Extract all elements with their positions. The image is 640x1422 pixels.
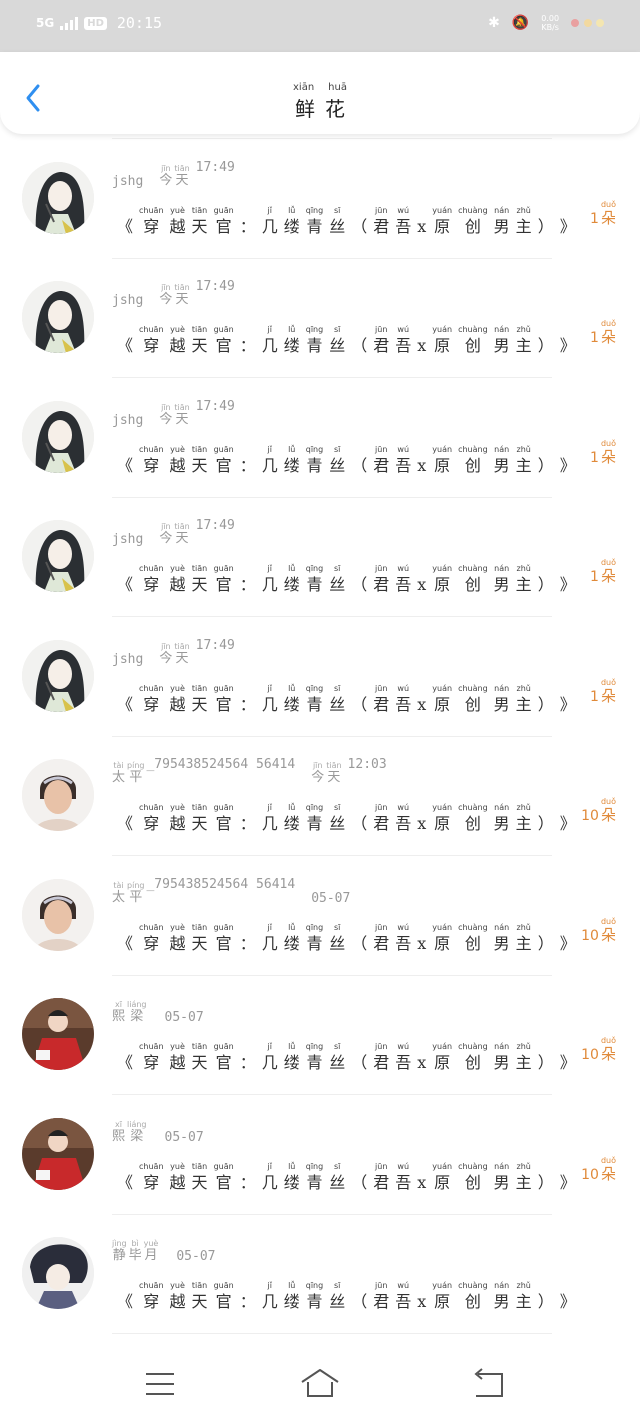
username: jshg <box>112 412 144 428</box>
timestamp: jīn 今 tiān 天 17:49 <box>159 159 235 188</box>
book-title: 《chuān穿yuè越tiān天guān官：jǐ几lǚ缕qīng青sī丝（jūn… <box>117 803 576 833</box>
avatar[interactable] <box>22 161 94 234</box>
book-title: 《chuān穿yuè越tiān天guān官：jǐ几lǚ缕qīng青sī丝（jūn… <box>117 1042 576 1072</box>
row-meta: xī 熙 liáng 梁 05-07 <box>112 1116 208 1145</box>
flower-count: 1duǒ朵 <box>590 677 616 705</box>
list-item[interactable]: jshg jīn 今 tiān 天 17:49 《 chuān 穿 yuè 越 tiān 天 guān 官：… <box>0 379 640 498</box>
username: tài 太 píng 平 _795438524564 56414 <box>112 757 296 785</box>
return-button[interactable] <box>468 1366 508 1402</box>
row-meta: xī 熙 liáng 梁 05-07 <box>112 996 208 1026</box>
username: xī 熙 liáng 梁 <box>112 1000 147 1025</box>
menu-icon <box>146 1373 174 1395</box>
timestamp: 05-07 <box>311 890 351 906</box>
avatar[interactable] <box>22 1117 94 1190</box>
mute-bell-icon: 🔕 <box>511 15 530 31</box>
book-title: 《chuān穿yuè越tiān天guān官：jǐ几lǚ缕qīng青sī丝（jūn… <box>117 564 576 594</box>
row-meta: jshg jīn 今 tiān 天 17:49 <box>112 160 235 189</box>
list-item[interactable]: xī 熙 liáng 梁 05-07 《 chuān 穿 yuè 越 tiān 天 guān 官： jǐ 几 l… <box>0 1096 640 1215</box>
timestamp: 05-07 <box>164 1010 204 1025</box>
menu-button[interactable] <box>140 1366 180 1402</box>
book-title: 《chuān穿yuè越tiān天guān官：jǐ几lǚ缕qīng青sī丝（jūn… <box>117 444 576 475</box>
status-bar: 5G HD 20:15 ✱ 🔕 0.00 KB/s <box>0 0 640 52</box>
flower-list[interactable]: 《chuān穿yuè越tiān天guān官：jǐ几lǚ缕qīng青sī丝（jūn… <box>0 80 640 1348</box>
username: jshg <box>112 293 144 308</box>
row-meta: jìng 静 bì 毕 yuè 月 05-07 <box>112 1235 219 1265</box>
book-title: 《chuān穿yuè越tiān天guān官：jǐ几lǚ缕qīng青sī丝（jūn… <box>117 325 576 355</box>
clock: 20:15 <box>116 14 163 32</box>
list-item[interactable]: jshg jīn 今 tiān 天 17:49 《 chuān 穿 yuè 越 tiān 天 guān 官：… <box>0 498 640 617</box>
timestamp: jīn 今 tiān 天 17:49 <box>159 518 235 546</box>
back-icon <box>474 1368 503 1397</box>
page-header: xiān huā 鲜花 <box>0 52 640 134</box>
avatar[interactable] <box>22 400 94 473</box>
flower-count: 10 duǒ 朵 <box>581 1155 616 1183</box>
bluetooth-icon: ✱ <box>488 15 500 31</box>
flower-count: 10 duǒ 朵 <box>581 916 616 944</box>
username: jshg <box>112 173 144 189</box>
timestamp: jīn 今 tiān 天 12:03 <box>311 757 387 785</box>
row-meta: tài 太 píng 平 _795438524564 56414 05-07 <box>112 877 354 906</box>
timestamp: jīn 今 tiān 天 17:49 <box>159 637 235 666</box>
list-item[interactable]: jshg jīn 今 tiān 天 17:49 《 chuān 穿 yuè 越 tiān 天 guān 官：… <box>0 259 640 378</box>
avatar[interactable] <box>22 520 94 592</box>
row-meta: jshg jīn 今 tiān 天 17:49 <box>112 399 235 428</box>
username: jìng 静 bì 毕 yuè 月 <box>112 1239 159 1264</box>
row-meta: jshg jīn 今 tiān 天 17:49 <box>112 279 235 308</box>
timestamp: 05-07 <box>164 1129 204 1145</box>
list-item[interactable]: tài 太 píng 平 _795438524564 56414 05-07 《 chuān 穿… <box>0 857 640 976</box>
avatar[interactable] <box>22 759 94 831</box>
notification-icons <box>571 15 604 31</box>
timestamp: 05-07 <box>176 1249 216 1264</box>
list-item[interactable]: jshg jīn 今 tiān 天 17:49 《 chuān 穿 yuè 越 tiān 天 guān 官：… <box>0 140 640 259</box>
divider <box>112 1333 552 1334</box>
flower-count: 1duǒ朵 <box>590 558 616 585</box>
list-item[interactable]: jìng 静 bì 毕 yuè 月 05-07 《 chuān 穿 yuè 越 tiān 天 guān 官： j… <box>0 1215 640 1334</box>
signal-icon <box>60 16 79 30</box>
username: jshg <box>112 532 144 547</box>
avatar[interactable] <box>22 878 94 951</box>
flower-count: 1duǒ朵 <box>590 199 616 227</box>
book-title: 《chuān穿yuè越tiān天guān官：jǐ几lǚ缕qīng青sī丝（jūn… <box>117 1281 576 1311</box>
book-title: 《chuān穿yuè越tiān天guān官：jǐ几lǚ缕qīng青sī丝（jūn… <box>117 683 576 714</box>
row-meta: jshg jīn 今 tiān 天 17:49 <box>112 638 235 667</box>
flower-count: 1duǒ朵 <box>590 438 616 466</box>
network-speed: 0.00 KB/s <box>541 14 560 32</box>
list-item[interactable]: tài 太 píng 平 _795438524564 56414 jīn 今 tiān 天 12:… <box>0 737 640 856</box>
home-button[interactable] <box>300 1366 340 1402</box>
avatar[interactable] <box>22 639 94 712</box>
row-meta: jshg jīn 今 tiān 天 17:49 <box>112 518 235 547</box>
book-title: 《chuān穿yuè越tiān天guān官：jǐ几lǚ缕qīng青sī丝（jūn… <box>117 922 576 953</box>
home-icon <box>301 1369 339 1397</box>
flower-count: 1duǒ朵 <box>590 319 616 346</box>
list-item[interactable]: jshg jīn 今 tiān 天 17:49 《 chuān 穿 yuè 越 tiān 天 guān 官：… <box>0 618 640 737</box>
username: jshg <box>112 651 144 667</box>
flower-count: 10 duǒ 朵 <box>581 797 616 824</box>
timestamp: jīn 今 tiān 天 17:49 <box>159 398 235 427</box>
page-title: xiān huā 鲜花 <box>293 82 355 121</box>
book-title: 《chuān穿yuè越tiān天guān官：jǐ几lǚ缕qīng青sī丝（jūn… <box>117 1161 576 1192</box>
system-nav-bar <box>0 1348 640 1422</box>
username: xī 熙 liáng 梁 <box>112 1119 147 1144</box>
list-item[interactable]: xī 熙 liáng 梁 05-07 《 chuān 穿 yuè 越 tiān 天 guān 官： jǐ 几 l… <box>0 976 640 1095</box>
row-meta: tài 太 píng 平 _795438524564 56414 jīn 今 tiān 天 12:… <box>112 757 387 786</box>
book-title: 《chuān穿yuè越tiān天guān官：jǐ几lǚ缕qīng青sī丝（jūn… <box>117 205 576 236</box>
avatar[interactable] <box>22 998 94 1070</box>
flower-count: 10 duǒ 朵 <box>581 1036 616 1063</box>
hd-badge: HD <box>84 16 107 30</box>
network-type: 5G <box>36 16 55 30</box>
avatar[interactable] <box>22 281 94 353</box>
timestamp: jīn 今 tiān 天 17:49 <box>159 279 235 307</box>
username: tài 太 píng 平 _795438524564 56414 <box>112 876 296 905</box>
avatar[interactable] <box>22 1237 94 1309</box>
